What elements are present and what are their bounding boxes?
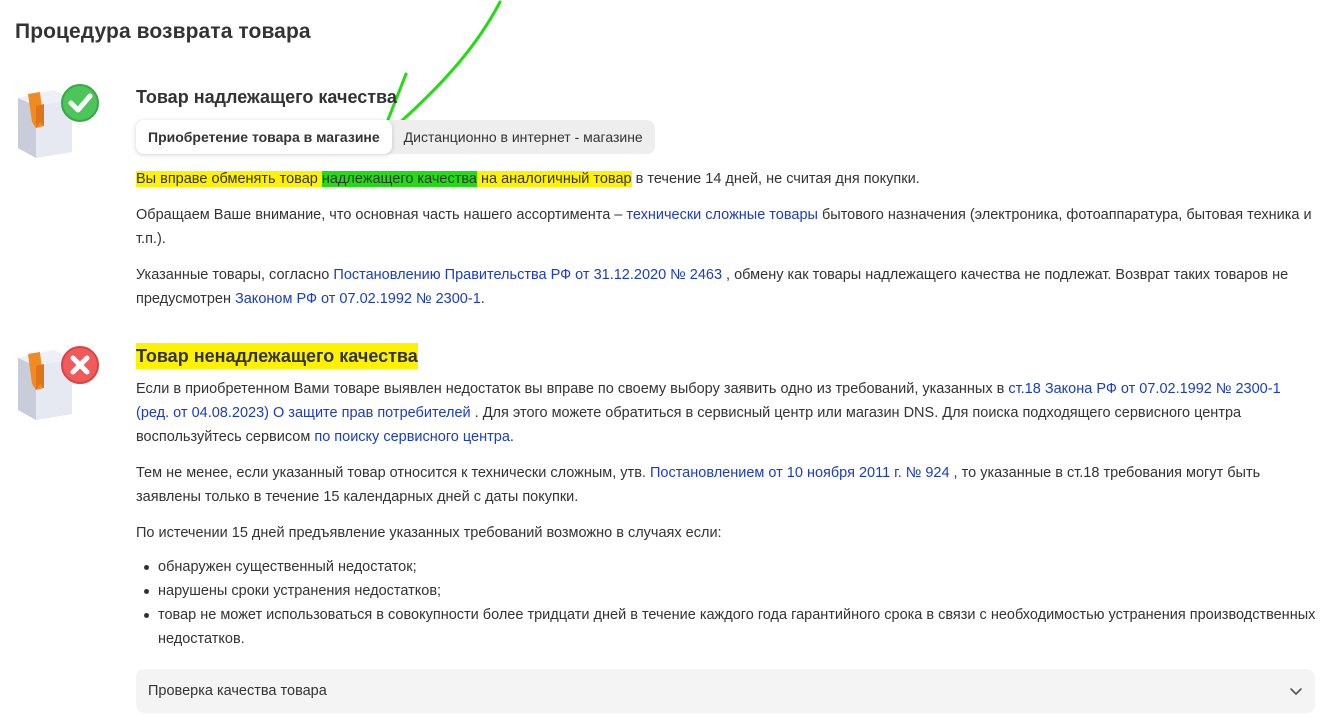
good-quality-title: Товар надлежащего качества bbox=[136, 87, 397, 107]
accordion-label: Проверка качества товара bbox=[148, 683, 327, 699]
box-check-icon bbox=[18, 84, 99, 158]
list-item: товар не может использоваться в совокупн… bbox=[136, 603, 1316, 651]
paragraph-text: Тем не менее, если указанный товар относ… bbox=[136, 465, 650, 481]
box-cross-icon bbox=[18, 346, 99, 420]
law-link[interactable]: Законом РФ от 07.02.1992 № 2300-1 bbox=[235, 291, 481, 307]
assortment-paragraph: Обращаем Ваше внимание, что основная час… bbox=[136, 203, 1316, 251]
page-title: Процедура возврата товара bbox=[15, 20, 311, 43]
regulation-paragraph: Указанные товары, согласно Постановлению… bbox=[136, 263, 1316, 311]
claims-paragraph: Если в приобретенном Вами товаре выявлен… bbox=[136, 377, 1316, 449]
paragraph-text: Указанные товары, согласно bbox=[136, 267, 334, 283]
paragraph-text: Если в приобретенном Вами товаре выявлен… bbox=[136, 381, 1009, 397]
decree-924-link[interactable]: Постановлением от 10 ноября 2011 г. № 92… bbox=[650, 465, 950, 481]
tab-in-store[interactable]: Приобретение товара в магазине bbox=[136, 120, 392, 154]
bad-quality-section: Товар ненадлежащего качества Если в прио… bbox=[136, 343, 1316, 651]
purchase-type-tabs: Приобретение товара в магазине Дистанцио… bbox=[136, 120, 1316, 154]
conditions-list: обнаружен существенный недостаток; наруш… bbox=[136, 555, 1316, 651]
complex-goods-paragraph: Тем не менее, если указанный товар относ… bbox=[136, 461, 1316, 509]
highlight-text: Вы вправе обменять товар bbox=[136, 171, 322, 187]
service-center-search-link[interactable]: по поиску сервисного центра bbox=[314, 429, 510, 445]
list-item: нарушены сроки устранения недостатков; bbox=[136, 579, 1316, 603]
quality-check-accordion[interactable]: Проверка качества товара bbox=[136, 669, 1315, 713]
highlight-text: надлежащего качества bbox=[321, 171, 477, 187]
good-quality-section: Товар надлежащего качества Приобретение … bbox=[136, 84, 1316, 311]
tabs-track: Приобретение товара в магазине Дистанцио… bbox=[136, 120, 655, 154]
highlight-text: на аналогичный товар bbox=[476, 171, 632, 187]
exchange-paragraph: Вы вправе обменять товар надлежащего кач… bbox=[136, 167, 1316, 191]
after-15-days-paragraph: По истечении 15 дней предъявление указан… bbox=[136, 525, 722, 541]
complex-goods-link[interactable]: технически сложные товары bbox=[626, 207, 818, 223]
paragraph-text: . bbox=[480, 291, 485, 307]
paragraph-text: . bbox=[509, 429, 514, 445]
tab-online[interactable]: Дистанционно в интернет - магазине bbox=[392, 120, 655, 154]
paragraph-text: в течение 14 дней, не считая дня покупки… bbox=[631, 171, 920, 187]
bad-quality-title: Товар ненадлежащего качества bbox=[136, 343, 418, 369]
chevron-down-icon bbox=[1290, 688, 1302, 695]
government-decree-link[interactable]: Постановлению Правительства РФ от 31.12.… bbox=[333, 267, 722, 283]
paragraph-text: Обращаем Ваше внимание, что основная час… bbox=[136, 207, 627, 223]
list-item: обнаружен существенный недостаток; bbox=[136, 555, 1316, 579]
